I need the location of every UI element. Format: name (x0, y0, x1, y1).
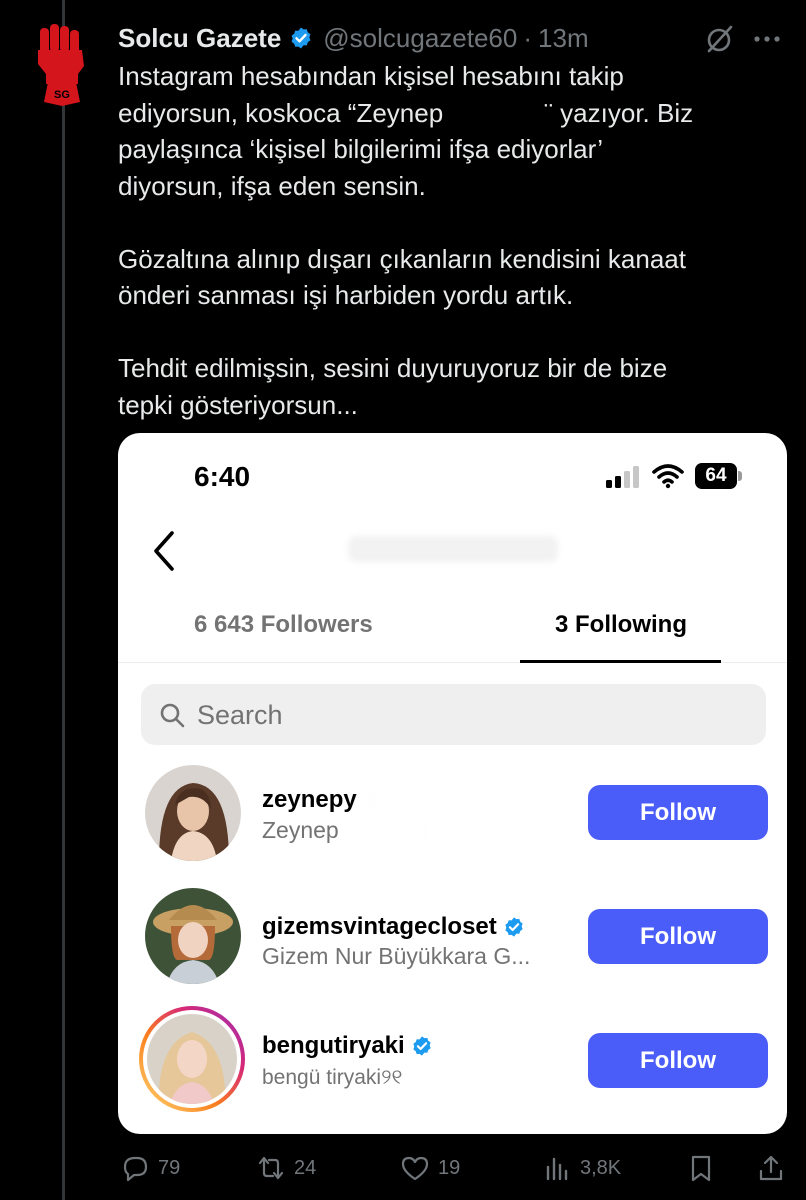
embedded-screenshot[interactable]: 6:40 64 6 643 Followers 3 Following Sear… (118, 433, 787, 1134)
redacted-fullname (345, 820, 426, 843)
reply-icon (123, 1156, 148, 1182)
follow-button[interactable]: Follow (588, 785, 768, 840)
account-fullname: bengü tiryaki୨୧ (262, 1066, 403, 1089)
status-bar-time: 6:40 (194, 461, 251, 492)
account-username[interactable]: zeynepy (262, 786, 437, 814)
separator-dot: · (523, 22, 533, 53)
account-fullname: Zeynep (262, 817, 426, 844)
profile-photo[interactable] (145, 765, 241, 861)
share-icon (759, 1155, 783, 1181)
tab-followers[interactable]: 6 643 Followers (194, 611, 373, 639)
avatar-logo-text: SG (54, 89, 70, 101)
battery-icon: 64 (695, 463, 743, 489)
account-username[interactable]: gizemsvintagecloset (262, 913, 525, 941)
back-chevron-icon[interactable] (150, 529, 180, 573)
username-text: zeynepy (262, 786, 357, 813)
active-tab-underline (520, 660, 721, 663)
views-chart-icon (546, 1157, 568, 1181)
author-name[interactable]: Solcu Gazete (118, 23, 281, 54)
more-icon[interactable] (750, 22, 784, 56)
repost-button[interactable]: 24 (256, 1150, 316, 1186)
follow-button[interactable]: Follow (588, 909, 768, 964)
battery-level: 64 (695, 463, 737, 489)
tweet-header: Solcu Gazete @solcugazete60 · 13m (118, 20, 589, 56)
signal-icon (606, 466, 639, 488)
like-button[interactable]: 19 (400, 1150, 460, 1186)
username-text: bengutiryaki (262, 1032, 405, 1059)
share-button[interactable] (756, 1150, 794, 1186)
redacted-username (356, 789, 437, 811)
grok-icon[interactable] (703, 22, 737, 56)
account-fullname: Gizem Nur Büyükkara G... (262, 943, 531, 969)
follow-button[interactable]: Follow (588, 1033, 768, 1088)
avatar-logo-icon[interactable]: SG (32, 22, 92, 106)
heart-icon (401, 1156, 429, 1181)
repost-icon (258, 1156, 284, 1180)
tab-following[interactable]: 3 Following (555, 611, 687, 639)
author-handle[interactable]: @solcugazete60 (323, 23, 517, 54)
verified-badge-icon (505, 917, 523, 937)
like-count: 19 (438, 1156, 461, 1179)
verified-badge-icon (413, 1036, 431, 1056)
search-icon (160, 703, 185, 728)
views-button[interactable]: 3,8K (542, 1150, 621, 1186)
fullname-text: Zeynep (262, 817, 339, 843)
profile-photo[interactable] (145, 888, 241, 984)
account-row[interactable]: gizemsvintagecloset Gizem Nur Büyükkara … (118, 886, 787, 996)
repost-count: 24 (294, 1156, 317, 1179)
username-text: gizemsvintagecloset (262, 913, 497, 940)
redacted-profile-title (348, 536, 558, 562)
story-ring-profile-photo[interactable] (137, 1004, 247, 1114)
thread-line (62, 0, 65, 1200)
bookmark-button[interactable] (686, 1150, 724, 1186)
wifi-icon (652, 464, 684, 489)
battery-cap (738, 471, 742, 481)
tweet-text: Instagram hesabından kişisel hesabını ta… (118, 61, 694, 420)
verified-badge-icon[interactable] (289, 26, 313, 50)
search-input[interactable] (197, 694, 697, 736)
account-row[interactable]: bengutiryaki bengü tiryaki୨୧ Follow (118, 1004, 787, 1114)
reply-count: 79 (158, 1156, 181, 1179)
post-time[interactable]: 13m (538, 23, 589, 54)
tweet-actions-bar: 79 24 19 3,8K (118, 1150, 788, 1186)
account-row[interactable]: zeynepy Zeynep Follow (118, 761, 787, 871)
reply-button[interactable]: 79 (120, 1150, 180, 1186)
account-username[interactable]: bengutiryaki (262, 1032, 433, 1060)
bookmark-icon (691, 1155, 711, 1182)
views-count: 3,8K (580, 1156, 622, 1179)
search-box[interactable] (141, 684, 766, 745)
